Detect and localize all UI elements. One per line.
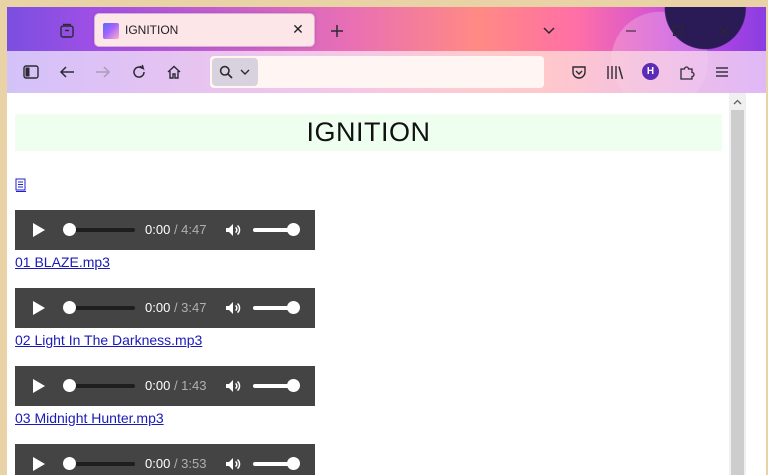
library-icon[interactable] <box>604 61 626 83</box>
tab-title: IGNITION <box>125 23 179 37</box>
time-display: 0:00 / 3:53 <box>145 456 206 471</box>
hamburger-menu-icon[interactable] <box>711 61 733 83</box>
minimize-icon[interactable] <box>619 19 643 43</box>
play-icon[interactable] <box>33 223 45 237</box>
reload-icon[interactable] <box>128 61 150 83</box>
home-icon[interactable] <box>163 61 185 83</box>
duration: / 3:47 <box>173 300 207 315</box>
volume-handle[interactable] <box>287 223 300 236</box>
time-display: 0:00 / 3:47 <box>145 300 206 315</box>
extensions-puzzle-icon[interactable] <box>676 61 698 83</box>
audio-player: 0:00 / 4:47 <box>15 210 315 250</box>
browser-window: IGNITION ✕ H IGNITION 0:00 / 4:47 01 BLA… <box>0 0 768 475</box>
play-icon[interactable] <box>33 457 45 471</box>
seek-handle[interactable] <box>63 457 76 470</box>
volume-handle[interactable] <box>287 301 300 314</box>
scroll-up-arrow-icon[interactable] <box>729 93 746 110</box>
volume-icon[interactable] <box>224 299 242 317</box>
play-icon[interactable] <box>33 301 45 315</box>
audio-player: 0:00 / 1:43 <box>15 366 315 406</box>
seek-bar[interactable] <box>69 384 135 388</box>
track-link[interactable]: 01 BLAZE.mp3 <box>15 254 110 270</box>
track-link[interactable]: 03 Midnight Hunter.mp3 <box>15 410 164 426</box>
vertical-scrollbar[interactable] <box>729 93 746 475</box>
forward-arrow-icon[interactable] <box>92 61 114 83</box>
browser-chrome: IGNITION ✕ H <box>7 7 766 93</box>
current-time: 0:00 <box>145 378 171 393</box>
play-icon[interactable] <box>33 379 45 393</box>
chevron-down-icon <box>240 69 250 75</box>
volume-icon[interactable] <box>224 221 242 239</box>
window-frame-left <box>0 0 7 475</box>
address-bar[interactable] <box>210 56 544 88</box>
playlist-file-icon[interactable] <box>15 177 27 192</box>
back-arrow-icon[interactable] <box>56 61 78 83</box>
sidebar-toggle-icon[interactable] <box>20 61 42 83</box>
tab-close-icon[interactable]: ✕ <box>288 20 308 40</box>
duration: / 3:53 <box>173 456 207 471</box>
duration: / 4:47 <box>173 222 207 237</box>
nav-toolbar: H <box>7 51 766 93</box>
seek-handle[interactable] <box>63 379 76 392</box>
search-icon <box>219 65 233 79</box>
window-right-margin <box>746 93 766 475</box>
track-link[interactable]: 02 Light In The Darkness.mp3 <box>15 332 202 348</box>
seek-bar[interactable] <box>69 462 135 466</box>
volume-icon[interactable] <box>224 377 242 395</box>
seek-bar[interactable] <box>69 228 135 232</box>
scrollbar-thumb[interactable] <box>731 110 744 475</box>
current-time: 0:00 <box>145 456 171 471</box>
account-avatar[interactable]: H <box>642 63 659 80</box>
search-mode-button[interactable] <box>212 58 258 86</box>
audio-player: 0:00 / 3:53 <box>15 444 315 475</box>
page-content: IGNITION 0:00 / 4:47 01 BLAZE.mp3 0:00 /… <box>7 93 729 475</box>
tab-favicon-icon <box>103 23 119 39</box>
duration: / 1:43 <box>173 378 207 393</box>
maximize-icon[interactable] <box>666 19 690 43</box>
close-window-icon[interactable] <box>712 19 736 43</box>
seek-bar[interactable] <box>69 306 135 310</box>
time-display: 0:00 / 1:43 <box>145 378 206 393</box>
seek-handle[interactable] <box>63 301 76 314</box>
new-tab-button[interactable] <box>325 19 349 43</box>
tab-ignition[interactable]: IGNITION ✕ <box>94 13 315 47</box>
volume-icon[interactable] <box>224 455 242 473</box>
page-title: IGNITION <box>15 114 722 151</box>
volume-handle[interactable] <box>287 457 300 470</box>
seek-handle[interactable] <box>63 223 76 236</box>
time-display: 0:00 / 4:47 <box>145 222 206 237</box>
tab-overview-icon[interactable] <box>55 19 79 43</box>
current-time: 0:00 <box>145 300 171 315</box>
window-frame-top <box>0 0 768 7</box>
pocket-icon[interactable] <box>568 61 590 83</box>
current-time: 0:00 <box>145 222 171 237</box>
volume-handle[interactable] <box>287 379 300 392</box>
audio-player: 0:00 / 3:47 <box>15 288 315 328</box>
list-all-tabs-chevron-down-icon[interactable] <box>537 19 561 43</box>
